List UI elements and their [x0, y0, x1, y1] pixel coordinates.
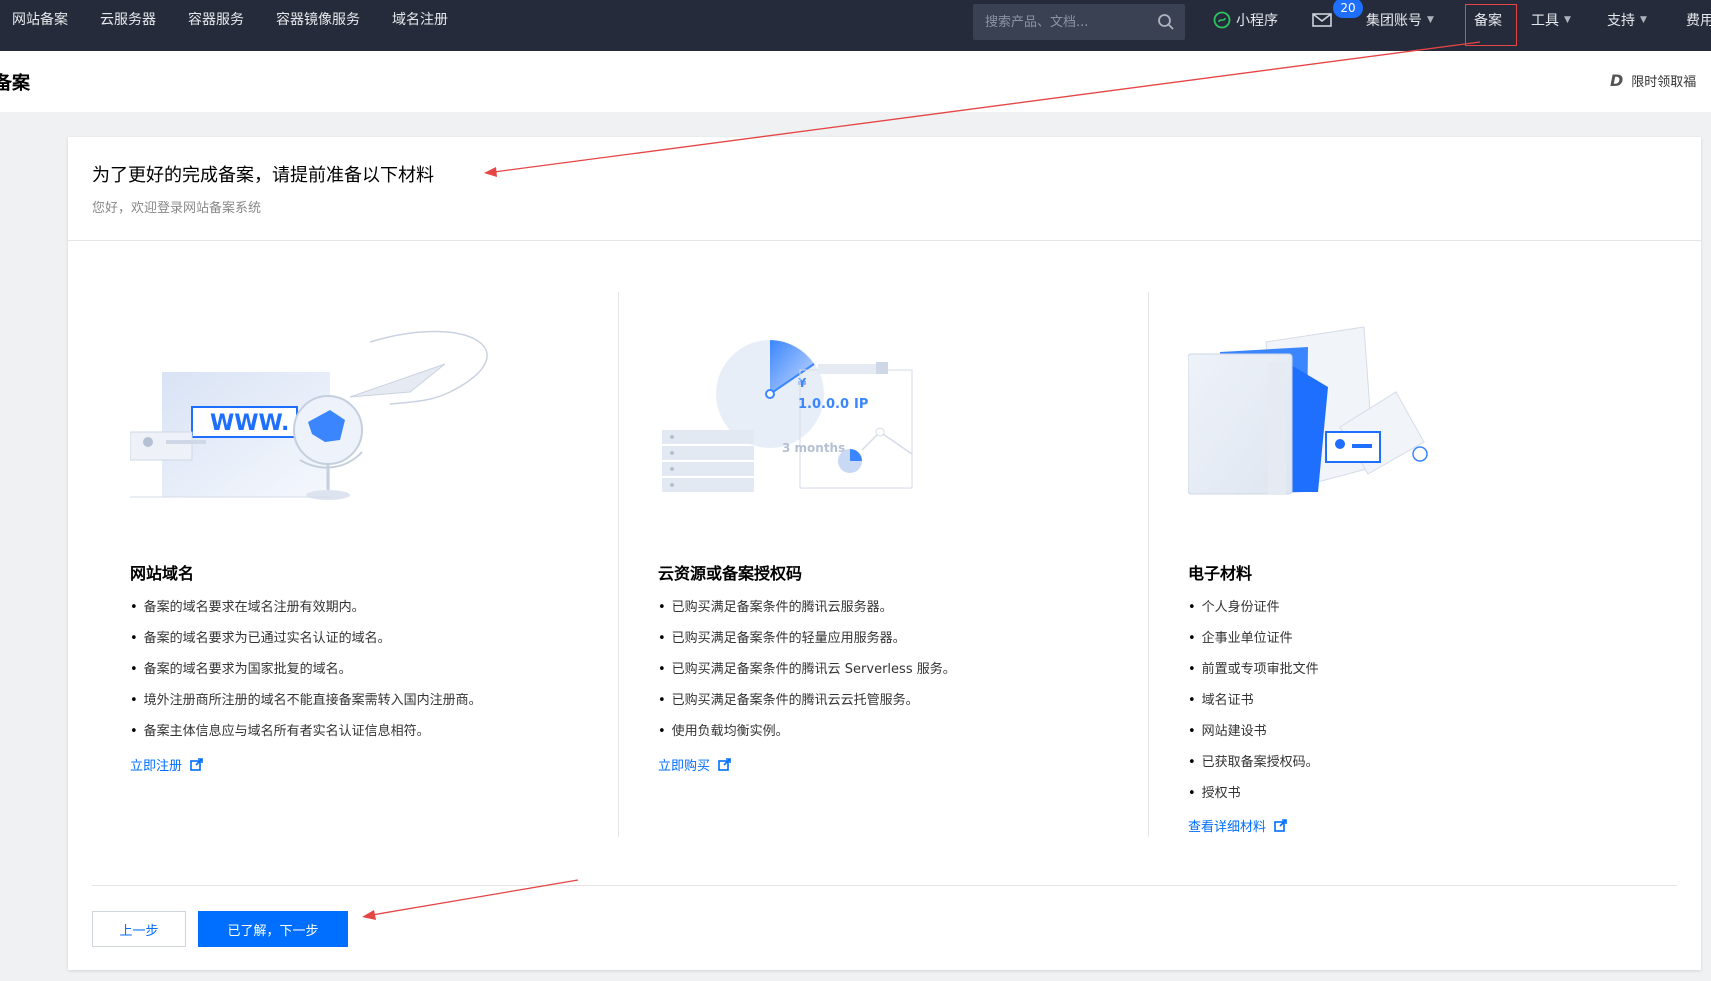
tools-label: 工具	[1531, 13, 1559, 29]
support-menu[interactable]: 支持 ▼	[1607, 0, 1647, 40]
nav-link-icp[interactable]: 网站备案	[0, 0, 80, 40]
external-link-icon	[718, 758, 731, 771]
ip-illus-text: 1.0.0.0	[798, 397, 849, 412]
chevron-down-icon: ▼	[1427, 15, 1434, 25]
ip-label-illus-text: IP	[854, 397, 868, 412]
miniprogram-menu[interactable]: 小程序	[1213, 0, 1278, 40]
list-item: 已购买满足备案条件的轻量应用服务器。	[658, 623, 956, 654]
list-item: 备案的域名要求为已通过实名认证的域名。	[130, 623, 482, 654]
footer-divider	[92, 885, 1677, 886]
miniprogram-icon	[1213, 11, 1231, 29]
domain-illustration: WWW.	[130, 330, 488, 500]
list-item: 已获取备案授权码。	[1188, 747, 1319, 778]
search-input[interactable]	[985, 4, 1145, 40]
list-item: 已购买满足备案条件的腾讯云云托管服务。	[658, 685, 956, 716]
prev-button[interactable]: 上一步	[92, 911, 186, 947]
column-divider	[618, 292, 619, 837]
list-item: 企事业单位证件	[1188, 623, 1319, 654]
materials-card: 为了更好的完成备案，请提前准备以下材料 您好，欢迎登录网站备案系统 WWW. 网…	[68, 137, 1701, 970]
mail-button[interactable]	[1312, 0, 1332, 40]
fees-label: 费用	[1686, 13, 1711, 29]
search-box	[973, 4, 1185, 40]
card-title: 为了更好的完成备案，请提前准备以下材料	[92, 165, 434, 186]
column-divider	[1148, 292, 1149, 837]
link-label: 立即注册	[130, 759, 183, 774]
nav-link-cvm[interactable]: 云服务器	[80, 0, 168, 40]
mail-icon	[1312, 13, 1332, 27]
list-item: 个人身份证件	[1188, 592, 1319, 623]
account-menu[interactable]: 集团账号 ▼	[1366, 0, 1434, 40]
nav-link-registry[interactable]: 容器镜像服务	[256, 0, 372, 40]
promo-d-icon: D	[1610, 71, 1624, 90]
list-item: 前置或专项审批文件	[1188, 654, 1319, 685]
list-item: 域名证书	[1188, 685, 1319, 716]
top-navbar: 网站备案 云服务器 容器服务 容器镜像服务 域名注册 小程序 20 集团账号 ▼…	[0, 0, 1711, 51]
list-item: 已购买满足备案条件的腾讯云服务器。	[658, 592, 956, 623]
list-item: 已购买满足备案条件的腾讯云 Serverless 服务。	[658, 654, 956, 685]
product-nav: 网站备案 云服务器 容器服务 容器镜像服务 域名注册	[0, 0, 460, 40]
tools-menu[interactable]: 工具 ▼	[1531, 0, 1571, 40]
register-now-link[interactable]: 立即注册	[130, 755, 203, 774]
nav-link-domain[interactable]: 域名注册	[372, 0, 460, 40]
account-label: 集团账号	[1366, 13, 1422, 29]
page-header: 备案 D 限时领取福	[0, 51, 1711, 112]
nav-link-container[interactable]: 容器服务	[168, 0, 256, 40]
link-label: 查看详细材料	[1188, 820, 1267, 835]
documents-illustration	[1188, 326, 1428, 495]
promo-label: 限时领取福	[1631, 75, 1697, 90]
yen-icon-text: ¥	[798, 376, 807, 390]
card-subtitle: 您好，欢迎登录网站备案系统	[92, 201, 262, 216]
chevron-down-icon: ▼	[1564, 15, 1571, 25]
list-item: 备案主体信息应与域名所有者实名认证信息相符。	[130, 716, 482, 747]
list-item: 授权书	[1188, 778, 1319, 809]
fees-menu[interactable]: 费用	[1686, 0, 1711, 40]
external-link-icon	[190, 758, 203, 771]
promo-link[interactable]: D 限时领取福	[1610, 71, 1696, 90]
list-item: 使用负载均衡实例。	[658, 716, 956, 747]
section-title: 电子材料	[1188, 564, 1253, 583]
chevron-down-icon: ▼	[1640, 15, 1647, 25]
mail-badge: 20	[1333, 0, 1363, 18]
section-title: 云资源或备案授权码	[658, 564, 803, 583]
card-header: 为了更好的完成备案，请提前准备以下材料 您好，欢迎登录网站备案系统	[68, 137, 1701, 241]
domain-requirements: 备案的域名要求在域名注册有效期内。 备案的域名要求为已通过实名认证的域名。 备案…	[130, 592, 482, 747]
electronic-materials-list: 个人身份证件 企事业单位证件 前置或专项审批文件 域名证书 网站建设书 已获取备…	[1188, 592, 1319, 809]
search-icon[interactable]	[1157, 13, 1175, 31]
list-item: 境外注册商所注册的域名不能直接备案需转入国内注册商。	[130, 685, 482, 716]
list-item: 备案的域名要求为国家批复的域名。	[130, 654, 482, 685]
miniprogram-label: 小程序	[1236, 13, 1278, 29]
cloud-resource-requirements: 已购买满足备案条件的腾讯云服务器。 已购买满足备案条件的轻量应用服务器。 已购买…	[658, 592, 956, 747]
next-button[interactable]: 已了解，下一步	[198, 911, 348, 947]
link-label: 立即购买	[658, 759, 711, 774]
buy-now-link[interactable]: 立即购买	[658, 755, 731, 774]
page-title: 备案	[0, 73, 30, 94]
annotation-highlight-box	[1465, 4, 1517, 46]
external-link-icon	[1274, 819, 1287, 832]
domain-illus-text: WWW.	[210, 411, 289, 436]
months-illus-text: 3 months	[782, 441, 845, 455]
view-materials-link[interactable]: 查看详细材料	[1188, 816, 1287, 835]
list-item: 备案的域名要求在域名注册有效期内。	[130, 592, 482, 623]
list-item: 网站建设书	[1188, 716, 1319, 747]
cloud-resource-illustration: ¥ 1.0.0.0 IP 3 months	[662, 340, 913, 492]
support-label: 支持	[1607, 13, 1635, 29]
section-title: 网站域名	[130, 564, 195, 583]
